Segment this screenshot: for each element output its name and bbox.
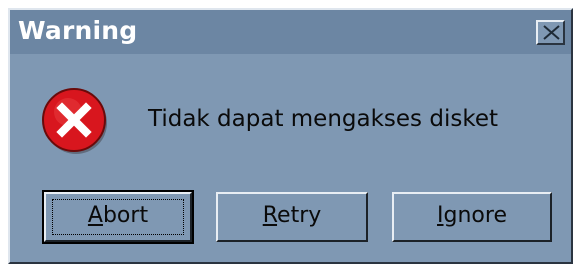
- ignore-button[interactable]: Ignore: [392, 192, 552, 242]
- dialog-message: Tidak dapat mengakses disket: [148, 106, 498, 132]
- abort-label: Abort: [87, 203, 149, 228]
- title-bar[interactable]: Warning: [10, 10, 571, 54]
- retry-label: Retry: [262, 203, 322, 228]
- close-button[interactable]: [536, 20, 565, 45]
- error-icon: [42, 88, 107, 154]
- close-icon: [543, 25, 560, 40]
- retry-button[interactable]: Retry: [216, 192, 368, 242]
- dialog-title: Warning: [18, 16, 138, 45]
- ignore-label: Ignore: [437, 203, 507, 228]
- warning-dialog: Warning Tidak dapat mengakses disket Abo…: [8, 8, 573, 264]
- abort-button[interactable]: Abort: [42, 190, 194, 244]
